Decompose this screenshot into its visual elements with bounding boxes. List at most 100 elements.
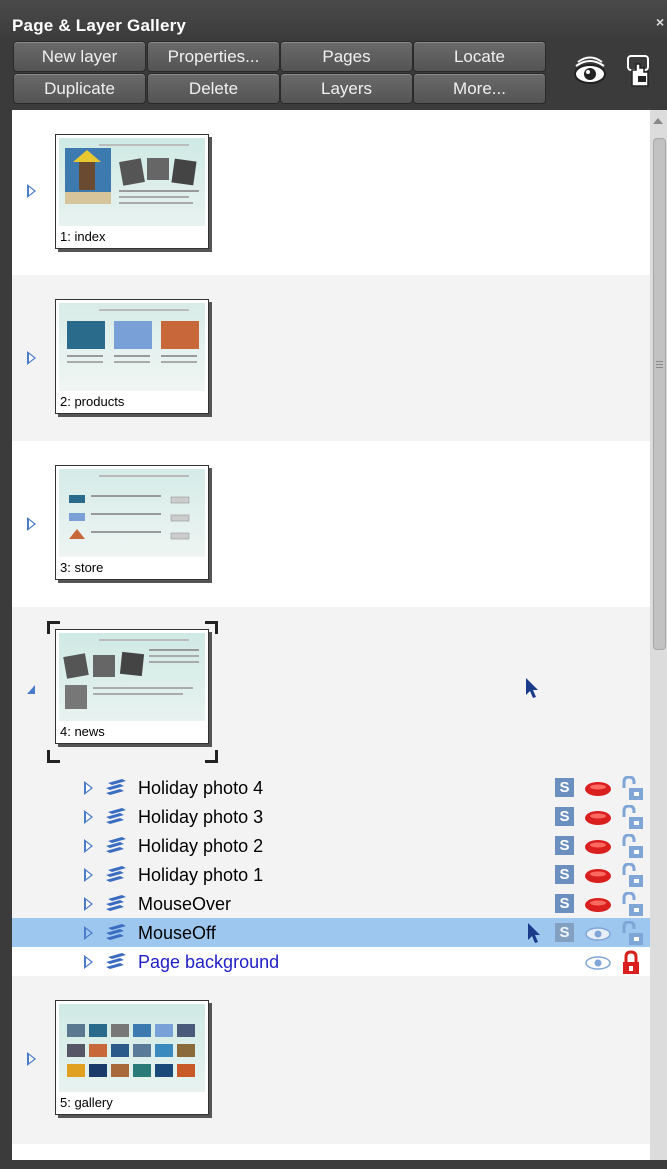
selection-corner [47, 621, 60, 634]
expand-icon[interactable] [84, 926, 93, 940]
visible-red-icon[interactable] [584, 809, 612, 826]
layer-name[interactable]: Holiday photo 2 [138, 836, 263, 857]
panel-footer [12, 1144, 650, 1160]
layer-row[interactable]: Holiday photo 3 S [12, 802, 650, 831]
eye-icon[interactable] [584, 954, 612, 971]
visible-red-icon[interactable] [584, 896, 612, 913]
lock-hand-icon[interactable] [618, 52, 658, 92]
layer-row[interactable]: Page background [12, 947, 650, 976]
expand-icon[interactable] [84, 839, 93, 853]
unlocked-icon[interactable] [618, 921, 644, 947]
close-icon[interactable]: × [656, 14, 664, 30]
unlocked-icon[interactable] [618, 863, 644, 889]
layer-row[interactable]: Holiday photo 1 S [12, 860, 650, 889]
page-thumbnail[interactable]: 2: products [55, 299, 209, 414]
unlocked-icon[interactable] [618, 892, 644, 918]
visible-red-icon[interactable] [584, 838, 612, 855]
page-label: 1: index [60, 229, 106, 244]
selection-corner [205, 621, 218, 634]
page-label: 4: news [60, 724, 105, 739]
s-badge-icon[interactable]: S [555, 923, 574, 942]
layer-row[interactable]: Holiday photo 4 S [12, 773, 650, 802]
layers-stack-icon [106, 837, 126, 853]
expand-icon[interactable] [84, 897, 93, 911]
visibility-eye-icon[interactable] [570, 52, 610, 92]
new-layer-button[interactable]: New layer [13, 41, 146, 72]
pages-button[interactable]: Pages [280, 41, 413, 72]
vertical-scrollbar[interactable] [650, 110, 667, 1160]
s-badge-icon[interactable]: S [555, 894, 574, 913]
thumbnail-preview [59, 1004, 205, 1092]
layers-stack-icon [106, 808, 126, 824]
page-label: 2: products [60, 394, 125, 409]
s-badge-icon[interactable]: S [555, 807, 574, 826]
duplicate-button[interactable]: Duplicate [13, 73, 146, 104]
layers-stack-icon [106, 866, 126, 882]
layers-button[interactable]: Layers [280, 73, 413, 104]
layer-name[interactable]: MouseOver [138, 894, 231, 915]
thumbnail-image [67, 309, 199, 363]
page-thumbnail[interactable]: 1: index [55, 134, 209, 249]
selection-corner [205, 750, 218, 763]
expand-icon[interactable] [84, 810, 93, 824]
page-thumbnail[interactable]: 4: news [55, 629, 209, 744]
expand-icon[interactable] [27, 351, 36, 365]
expand-icon[interactable] [84, 955, 93, 969]
scroll-thumb[interactable] [653, 138, 666, 650]
thumbnail-preview [59, 303, 205, 391]
thumbnail-preview [59, 469, 205, 557]
selection-corner [47, 750, 60, 763]
pointer-icon [526, 678, 538, 698]
layer-name[interactable]: Holiday photo 4 [138, 778, 263, 799]
gallery-panel: 1: index 2: products 3: store 4: news Ho… [12, 110, 650, 1160]
s-badge-icon[interactable]: S [555, 778, 574, 797]
page-thumbnail[interactable]: 5: gallery [55, 1000, 209, 1115]
page-row-products[interactable]: 2: products [12, 275, 650, 441]
page-label: 5: gallery [60, 1095, 113, 1110]
expand-icon[interactable] [84, 868, 93, 882]
window-title: Page & Layer Gallery [12, 16, 187, 35]
title-bar: Page & Layer Gallery × [0, 0, 667, 38]
thumbnail-preview [59, 633, 205, 721]
page-row-news[interactable]: 4: news [12, 607, 650, 772]
visible-red-icon[interactable] [584, 867, 612, 884]
visible-red-icon[interactable] [584, 780, 612, 797]
layer-name[interactable]: MouseOff [138, 923, 216, 944]
layer-row-selected[interactable]: MouseOff S [12, 918, 650, 947]
page-row-gallery[interactable]: 5: gallery [12, 978, 650, 1144]
thumbnail-image [67, 1024, 195, 1077]
page-thumbnail[interactable]: 3: store [55, 465, 209, 580]
s-badge-icon[interactable]: S [555, 865, 574, 884]
expand-icon[interactable] [27, 1052, 36, 1066]
locate-button[interactable]: Locate [413, 41, 546, 72]
thumbnail-image [65, 144, 199, 204]
scroll-grip [656, 361, 663, 362]
layers-stack-icon [106, 924, 126, 940]
s-badge-icon[interactable]: S [555, 836, 574, 855]
eye-icon[interactable] [584, 925, 612, 942]
thumbnail-image [63, 639, 199, 709]
page-row-index[interactable]: 1: index [12, 110, 650, 275]
scroll-grip [656, 364, 663, 365]
expand-icon[interactable] [27, 184, 36, 198]
expand-icon[interactable] [84, 781, 93, 795]
collapse-icon[interactable] [27, 685, 35, 694]
layer-name[interactable]: Page background [138, 952, 279, 973]
properties-button[interactable]: Properties... [147, 41, 280, 72]
layers-stack-icon [106, 953, 126, 969]
layer-name[interactable]: Holiday photo 1 [138, 865, 263, 886]
layer-name[interactable]: Holiday photo 3 [138, 807, 263, 828]
expand-icon[interactable] [27, 517, 36, 531]
unlocked-icon[interactable] [618, 805, 644, 831]
page-row-store[interactable]: 3: store [12, 441, 650, 607]
delete-button[interactable]: Delete [147, 73, 280, 104]
pointer-icon [528, 923, 540, 943]
more-button[interactable]: More... [413, 73, 546, 104]
scroll-up-icon[interactable] [653, 118, 663, 124]
unlocked-icon[interactable] [618, 776, 644, 802]
layer-row[interactable]: Holiday photo 2 S [12, 831, 650, 860]
layer-row[interactable]: MouseOver S [12, 889, 650, 918]
thumbnail-preview [59, 138, 205, 226]
unlocked-icon[interactable] [618, 834, 644, 860]
locked-icon[interactable] [618, 950, 644, 976]
